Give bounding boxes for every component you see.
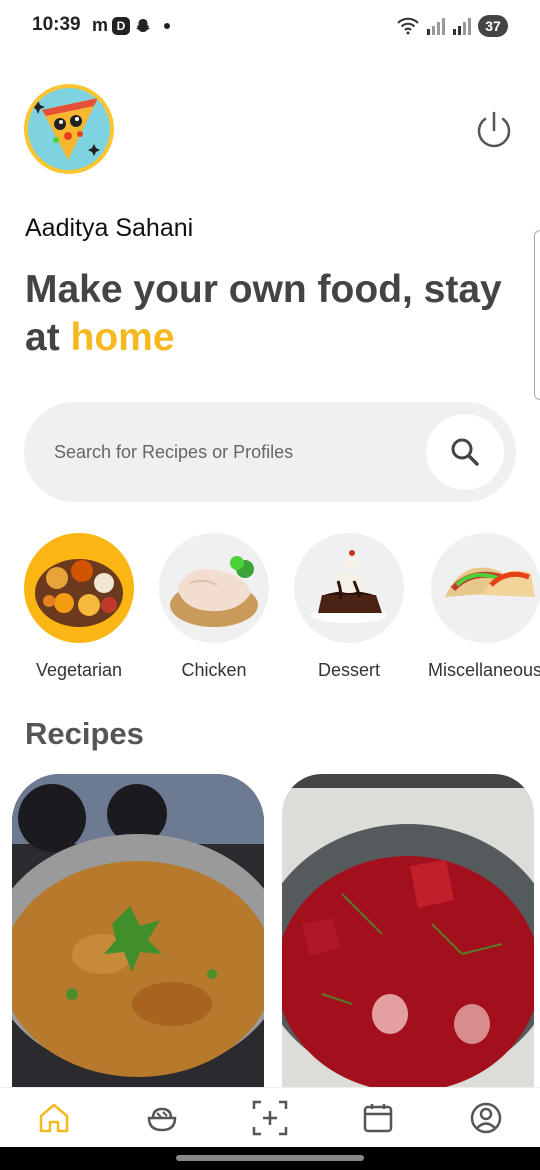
add-icon [252,1100,288,1136]
category-miscellaneous[interactable]: Miscellaneous [424,533,540,681]
edge-panel-handle[interactable] [534,230,540,400]
bottom-nav [0,1087,540,1147]
vegetarian-image [24,533,134,643]
recipes-section-title: Recipes [25,716,144,751]
nav-home[interactable] [34,1098,74,1138]
username: Aaditya Sahani [25,214,194,242]
miscellaneous-image [431,533,540,643]
dessert-image [294,533,404,643]
category-list: Vegetarian Chicken Dessert Miscellaneous [0,533,540,683]
search-input[interactable] [54,432,414,472]
status-bar: 10:39 m D 37 [0,0,540,52]
category-chicken[interactable]: Chicken [154,533,274,681]
category-dessert[interactable]: Dessert [289,533,409,681]
nav-add[interactable] [250,1098,290,1138]
search-icon [451,438,479,466]
avatar[interactable] [24,84,114,174]
profile-icon [470,1102,502,1134]
status-time: 10:39 [32,14,81,35]
category-label: Vegetarian [35,660,123,680]
calendar-icon [363,1104,393,1133]
recipe-card[interactable] [12,774,264,1104]
app-notification-icon: D [112,16,131,35]
nav-bowl[interactable] [142,1098,182,1138]
nav-profile[interactable] [466,1098,506,1138]
power-button[interactable] [472,108,516,152]
search-button[interactable] [426,414,504,490]
home-icon [39,1103,69,1133]
gmail-icon: m [92,15,109,35]
notification-icons: m D [92,15,171,36]
category-vegetarian[interactable]: Vegetarian [19,533,139,681]
gesture-bar [0,1147,540,1170]
home-gesture-handle[interactable] [176,1155,364,1161]
pizza-avatar-icon [28,88,110,170]
wifi-icon [397,17,419,35]
recipe-card[interactable] [282,774,534,1104]
category-label: Chicken [181,660,247,680]
recipe-image [282,774,534,1104]
more-notifications-dot [164,22,171,29]
chicken-image [159,533,269,643]
signal-icon [427,18,445,35]
status-right-icons: 37 [396,15,508,37]
headline-accent: home [70,316,175,359]
page-headline: Make your own food, stay at home [25,266,525,362]
power-icon [477,111,511,148]
nav-calendar[interactable] [358,1098,398,1138]
category-label: Dessert [317,660,380,680]
snapchat-icon [136,18,150,32]
search-bar [24,402,516,502]
signal-icon-2 [453,18,471,35]
category-label: Miscellaneous [428,660,540,680]
battery-indicator: 37 [478,15,508,37]
recipe-image [12,774,264,1104]
bowl-icon [147,1107,177,1132]
